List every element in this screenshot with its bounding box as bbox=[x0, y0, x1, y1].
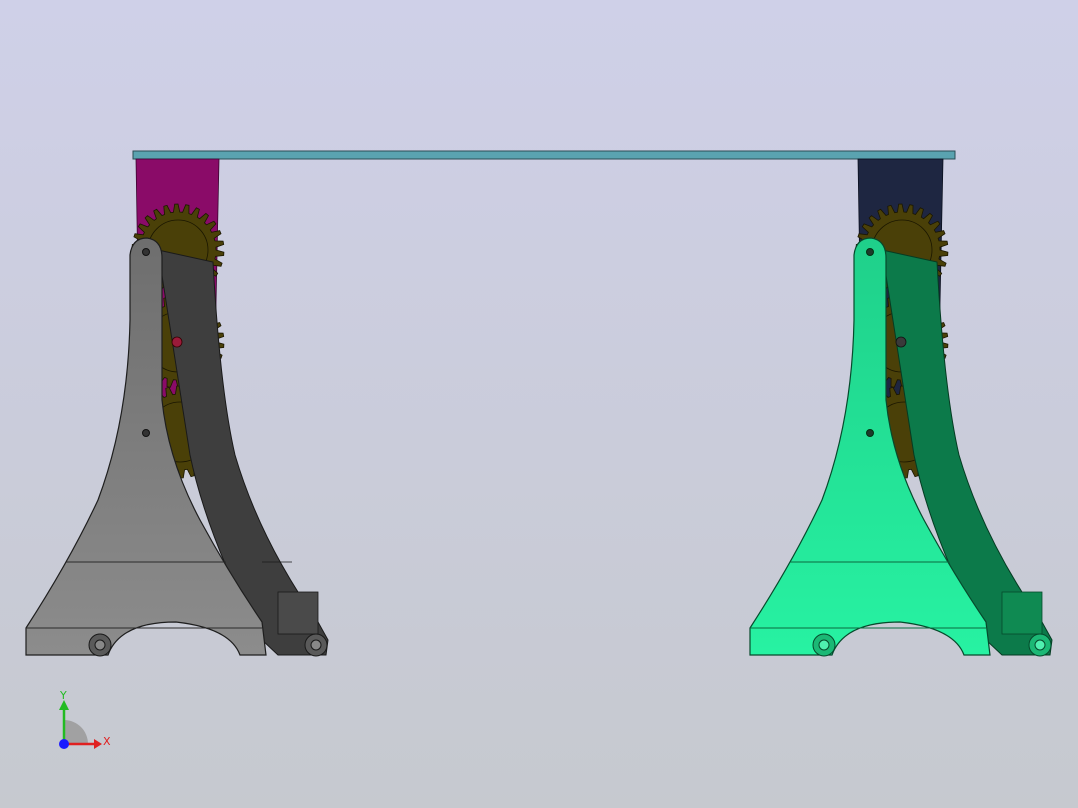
left-pivot-hole bbox=[142, 429, 150, 437]
left-bolt bbox=[94, 639, 106, 651]
model-scene[interactable]: X Y bbox=[0, 0, 1078, 808]
triad-z-axis bbox=[59, 739, 69, 749]
right-bolt bbox=[818, 639, 830, 651]
3d-viewport[interactable]: X Y bbox=[0, 0, 1078, 808]
left-axle-hole bbox=[171, 336, 183, 348]
triad-x-label: X bbox=[103, 735, 111, 748]
crossbar-plate[interactable] bbox=[132, 150, 956, 160]
right-pivot-hole bbox=[866, 248, 874, 256]
triad-y-label: Y bbox=[59, 689, 67, 702]
left-pivot-hole bbox=[142, 248, 150, 256]
right-axle-hole bbox=[895, 336, 907, 348]
right-bolt bbox=[1034, 639, 1046, 651]
left-foot-block[interactable] bbox=[277, 591, 319, 635]
right-pivot-hole bbox=[866, 429, 874, 437]
right-foot-block[interactable] bbox=[1001, 591, 1043, 635]
left-bolt bbox=[310, 639, 322, 651]
